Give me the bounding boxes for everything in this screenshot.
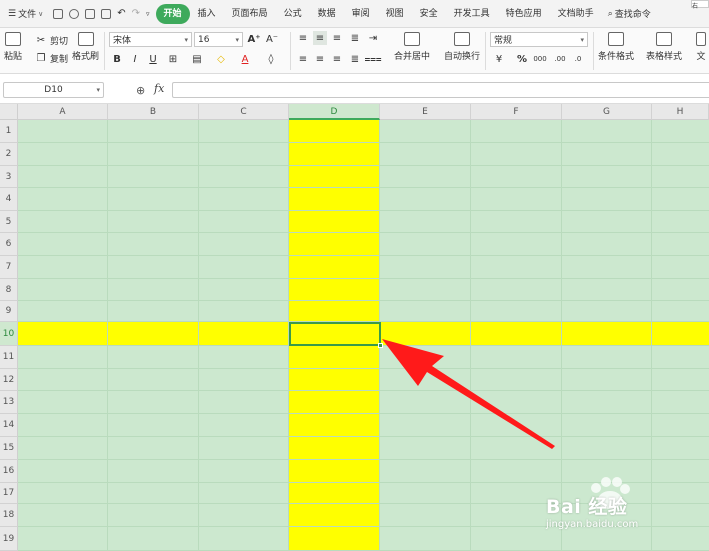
watermark-url: jingyan.baidu.com	[546, 519, 639, 530]
annotation-arrow	[382, 339, 555, 449]
arrow-shape	[382, 339, 555, 449]
spreadsheet-app: ☰ 文件 ∨ ↶ ↷ ▿ 开始 插入 页面布局 公式 数据 审阅 视图 安全 开…	[0, 0, 709, 551]
watermark-brand: Bai 经验	[546, 496, 628, 518]
